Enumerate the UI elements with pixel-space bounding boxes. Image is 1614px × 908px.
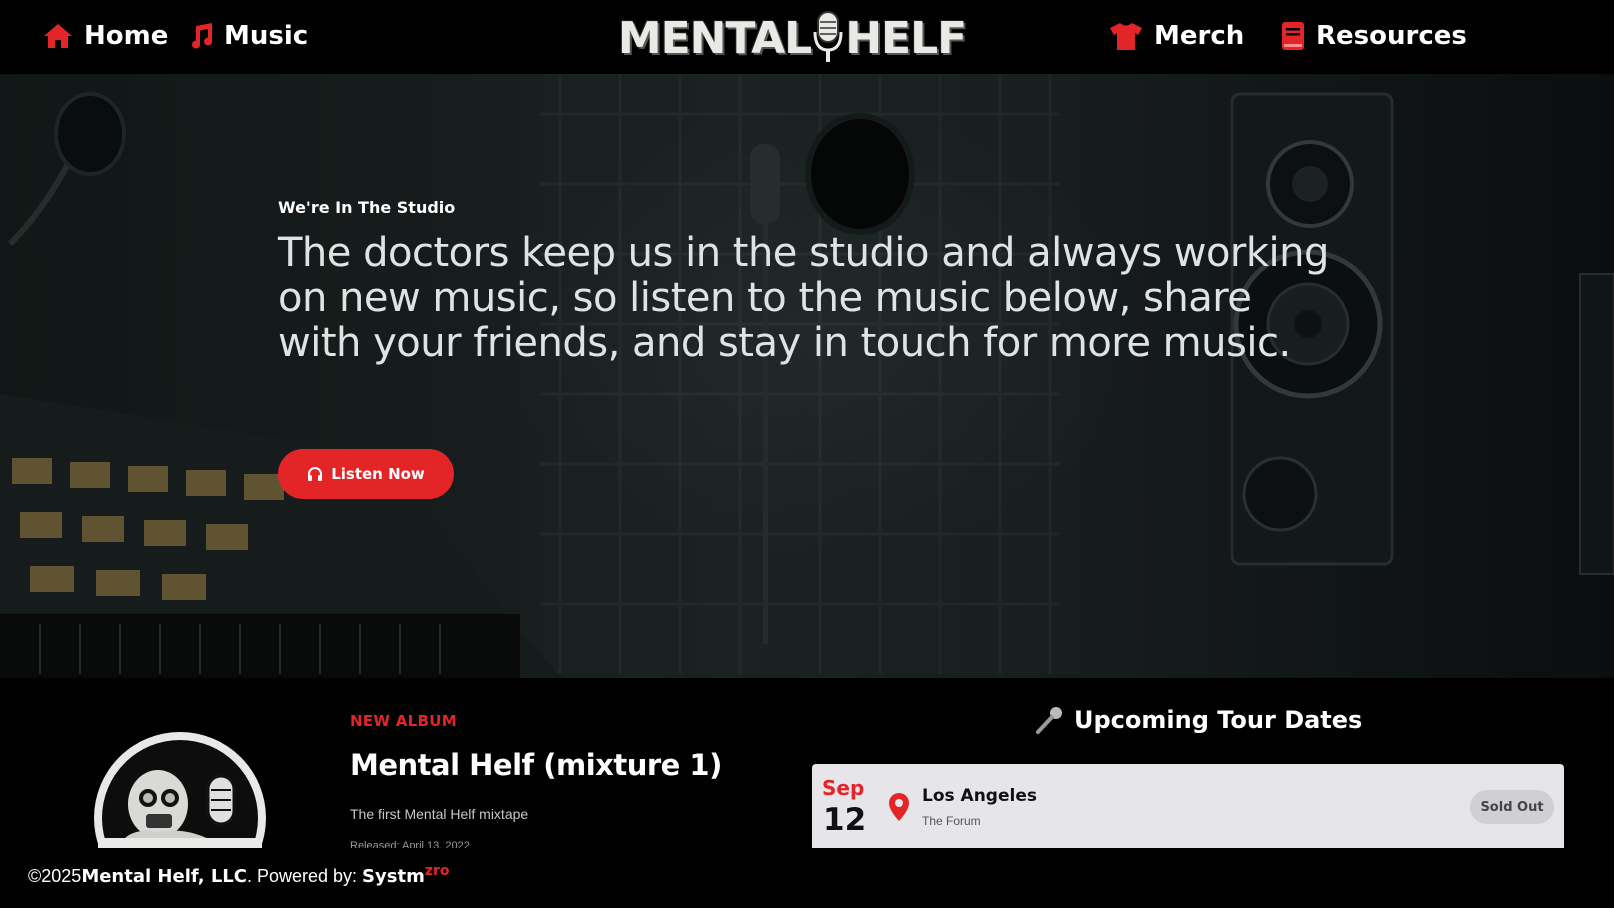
footer-powered-by: . Powered by: [246,866,363,886]
album-release-date: Released: April 13, 2022 [350,840,470,848]
listen-now-button[interactable]: Listen Now [278,449,454,499]
logo-left: MENTAL [617,12,812,64]
nav-music-label: Music [224,21,309,51]
hero-eyebrow: We're In The Studio [278,198,456,217]
footer-brand-sup[interactable]: zro [425,863,450,879]
tour-month: Sep [822,776,865,800]
location-pin-icon [889,793,909,821]
nav-resources-link[interactable]: Resources [1280,16,1467,56]
nav-home-link[interactable]: Home [42,16,168,56]
tour-dates-title: Upcoming Tour Dates [1074,706,1363,734]
nav-merch-label: Merch [1154,21,1245,51]
album-description: The first Mental Helf mixtape [350,806,529,822]
tour-dates-heading: Upcoming Tour Dates [1034,706,1362,734]
hero-content: We're In The Studio The doctors keep us … [278,198,1338,366]
sold-out-badge: Sold Out [1470,790,1554,824]
site-logo[interactable]: MENTAL HELF [618,8,967,68]
album-label: NEW ALBUM [350,712,457,730]
footer-company: Mental Helf, LLC [81,866,247,887]
nav-resources-label: Resources [1316,21,1467,51]
album-title[interactable]: Mental Helf (mixture 1) [350,748,722,782]
logo-text: MENTAL HELF [617,10,967,66]
footer: ©2025 Mental Helf, LLC . Powered by: Sys… [28,863,450,887]
album-cover-image[interactable] [88,726,272,848]
tour-date-card[interactable]: Sep 12 Los Angeles The Forum Sold Out [812,764,1564,848]
studio-background-image [0,74,1614,678]
footer-brand[interactable]: Systm [362,866,425,887]
tour-day: 12 [823,802,867,838]
logo-microphone-icon [813,11,843,62]
music-note-icon [192,23,213,49]
listen-now-label: Listen Now [331,465,425,483]
nav-merch-link[interactable]: Merch [1108,16,1244,56]
tour-city: Los Angeles [922,786,1037,806]
hero-section: We're In The Studio The doctors keep us … [0,74,1614,678]
top-nav: Home Music MENTAL HELF Merch Resources [0,0,1614,74]
headphones-icon [308,467,323,481]
logo-right: HELF [845,12,967,64]
microphone-icon [1036,707,1062,734]
home-icon [44,24,72,48]
hero-paragraph: The doctors keep us in the studio and al… [278,230,1329,366]
tshirt-icon [1110,23,1142,50]
nav-home-label: Home [84,21,169,51]
tour-venue: The Forum [922,814,981,828]
footer-copyright: ©2025 [28,866,82,886]
nav-music-link[interactable]: Music [186,16,308,56]
book-icon [1282,22,1304,50]
